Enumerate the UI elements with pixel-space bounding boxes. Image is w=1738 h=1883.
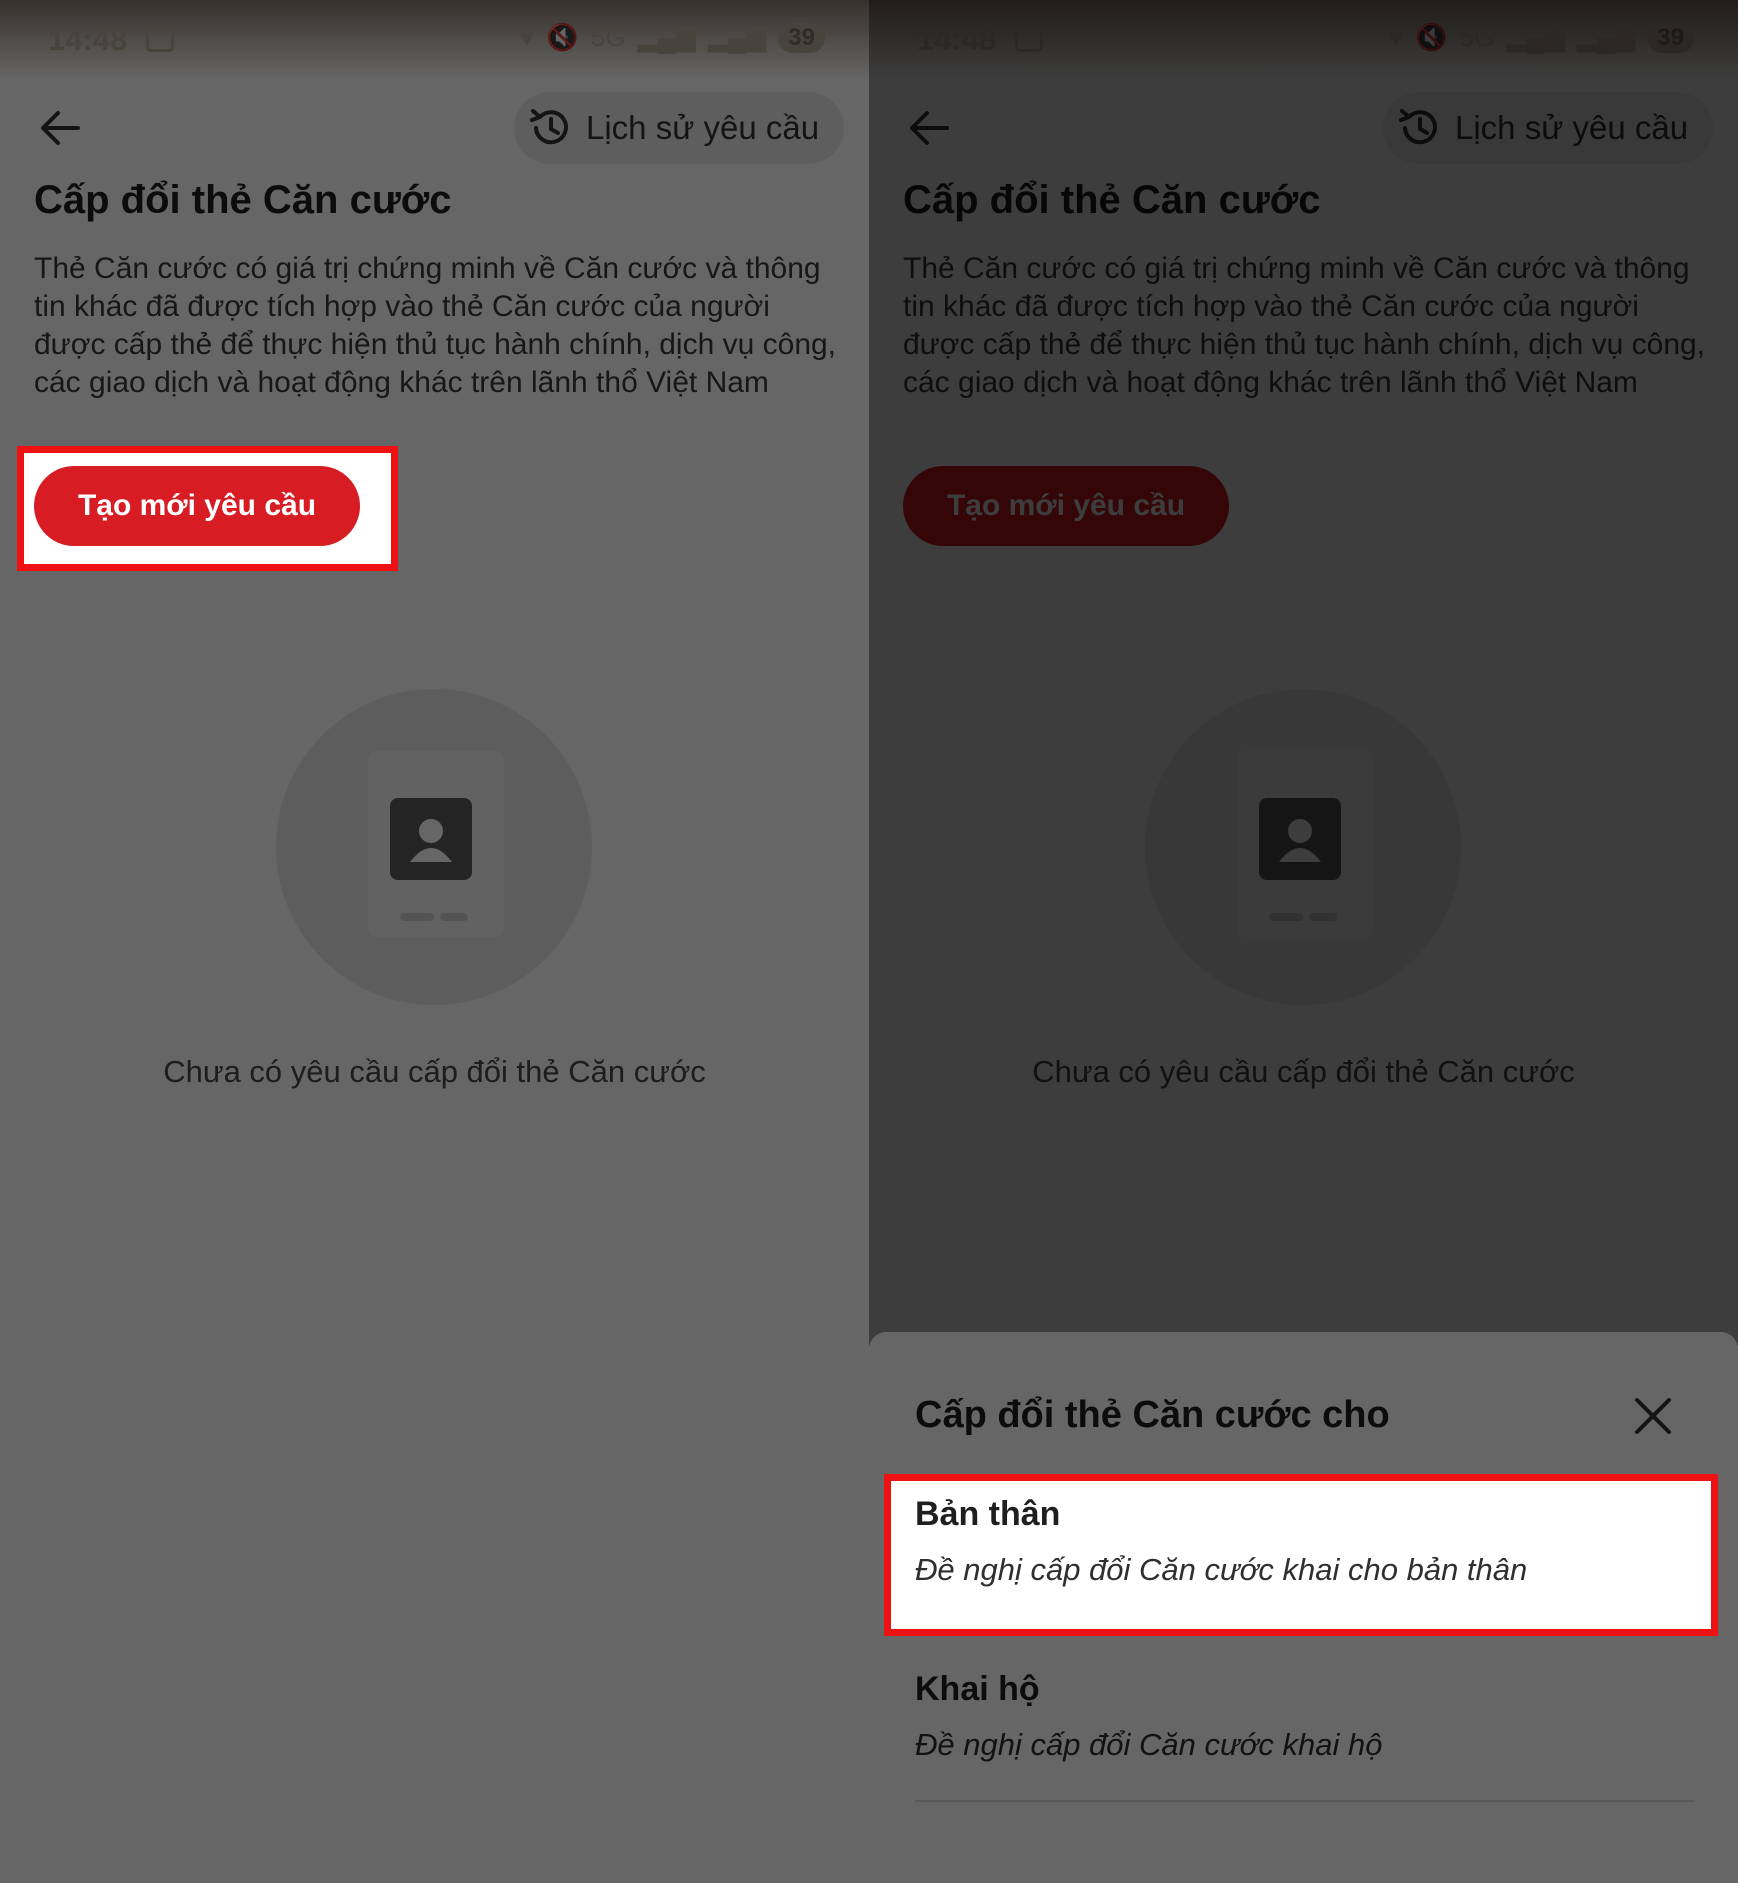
network-label: 5G [590, 22, 626, 52]
status-bar: 14:48 ♥ 🔇 5G ▂▄▆ ▂▄▆ 39 [0, 0, 869, 80]
history-clock-icon [1399, 109, 1437, 145]
mute-icon: 🔇 [1415, 22, 1448, 52]
status-icons: ♥ 🔇 5G ▂▄▆ ▂▄▆ 39 [1388, 22, 1694, 53]
back-arrow-icon[interactable] [907, 108, 951, 148]
history-button[interactable]: Lịch sử yêu cầu [1383, 92, 1713, 164]
screenshot-icon [1015, 26, 1043, 52]
signal-icon: ▂▄▆ [1506, 22, 1565, 52]
divider [915, 1800, 1695, 1802]
history-button[interactable]: Lịch sử yêu cầu [514, 92, 844, 164]
battery-badge: 39 [778, 22, 825, 53]
back-arrow-icon[interactable] [38, 108, 82, 148]
empty-state-text: Chưa có yêu cầu cấp đổi thẻ Căn cước [163, 1054, 706, 1089]
status-bar: 14:48 ♥ 🔇 5G ▂▄▆ ▂▄▆ 39 [869, 0, 1738, 80]
portrait-icon [1259, 798, 1341, 880]
empty-line [1309, 913, 1337, 921]
empty-line [1269, 913, 1303, 921]
page-title: Cấp đổi thẻ Căn cước [903, 178, 1321, 222]
network-label: 5G [1459, 22, 1495, 52]
page-title: Cấp đổi thẻ Căn cước [34, 178, 452, 222]
history-label: Lịch sử yêu cầu [1455, 109, 1689, 146]
screenshot-icon [146, 26, 174, 52]
empty-state-text: Chưa có yêu cầu cấp đổi thẻ Căn cước [1032, 1054, 1575, 1089]
page-description: Thẻ Căn cước có giá trị chứng minh về Că… [903, 252, 1706, 399]
page-description: Thẻ Căn cước có giá trị chứng minh về Că… [34, 252, 837, 399]
option-title: Khai hộ [915, 1670, 1040, 1708]
portrait-icon [390, 798, 472, 880]
mute-icon: 🔇 [546, 22, 579, 52]
empty-line [440, 913, 468, 921]
highlight-frame [884, 1474, 1718, 1636]
signal-icon: ▂▄▆ [637, 22, 696, 52]
create-request-button[interactable]: Tạo mới yêu cầu [903, 466, 1229, 546]
heart-icon: ♥ [518, 22, 535, 52]
right-screen: 14:48 ♥ 🔇 5G ▂▄▆ ▂▄▆ 39 Lịch sử yêu cầu … [869, 0, 1738, 1883]
heart-icon: ♥ [1387, 22, 1404, 52]
option-subtitle: Đề nghị cấp đổi Căn cước khai hộ [915, 1727, 1383, 1762]
history-clock-icon [530, 109, 568, 145]
empty-line [400, 913, 434, 921]
history-label: Lịch sử yêu cầu [586, 109, 820, 146]
status-icons: ♥ 🔇 5G ▂▄▆ ▂▄▆ 39 [519, 22, 825, 53]
battery-badge: 39 [1647, 22, 1694, 53]
left-screen: 14:48 ♥ 🔇 5G ▂▄▆ ▂▄▆ 39 Lịch sử yêu cầu … [0, 0, 869, 1883]
status-time: 14:48 [917, 22, 997, 57]
option-proxy[interactable]: Khai hộ Đề nghị cấp đổi Căn cước khai hộ [915, 1670, 1695, 1763]
sheet-title: Cấp đổi thẻ Căn cước cho [915, 1394, 1390, 1436]
signal-icon-2: ▂▄▆ [707, 22, 767, 52]
signal-icon-2: ▂▄▆ [1576, 22, 1636, 52]
status-time: 14:48 [48, 22, 128, 57]
highlight-frame [17, 446, 398, 571]
close-icon[interactable] [1633, 1396, 1673, 1436]
